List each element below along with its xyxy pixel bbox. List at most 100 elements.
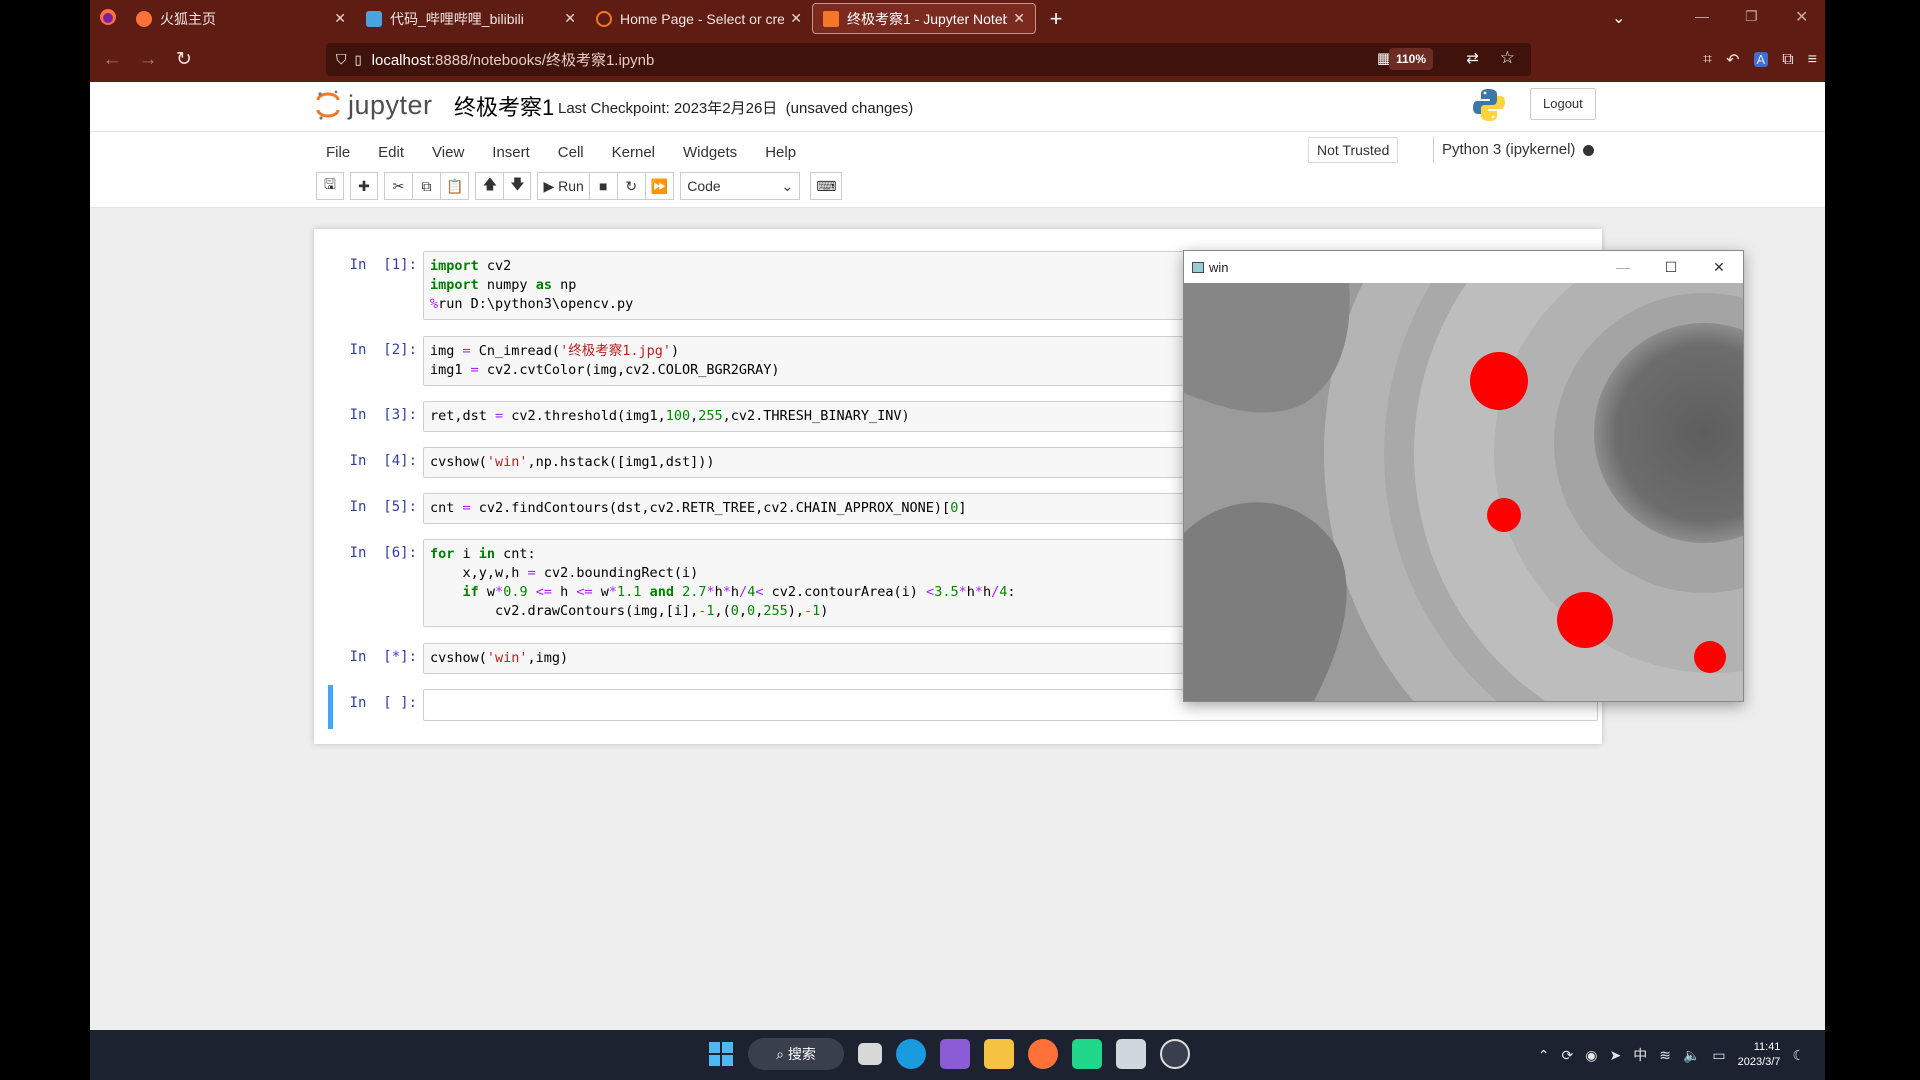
jupyter-icon xyxy=(596,10,612,27)
jupyter-logo-icon xyxy=(316,90,340,120)
location-icon[interactable]: ➤ xyxy=(1609,1047,1621,1064)
zoom-level[interactable]: 110% xyxy=(1388,48,1433,70)
cut-icon[interactable]: ✂ xyxy=(384,172,412,200)
menu-widgets[interactable]: Widgets xyxy=(669,138,751,167)
translate-ext-icon[interactable]: A xyxy=(1753,52,1769,67)
pycharm-icon[interactable] xyxy=(1072,1039,1102,1069)
tab-jupyter-home[interactable]: Home Page - Select or create ✕ xyxy=(586,3,812,34)
close-tab-icon[interactable]: ✕ xyxy=(334,10,346,27)
interrupt-icon[interactable]: ■ xyxy=(588,172,617,200)
tab-notebook-active[interactable]: 终极考察1 - Jupyter Notebook ✕ xyxy=(812,3,1036,34)
cell-prompt: In [3]: xyxy=(349,407,417,423)
paste-icon[interactable]: 📋 xyxy=(440,172,470,200)
cell-type-select[interactable]: Code ⌄ xyxy=(680,172,801,200)
reload-icon[interactable]: ↻ xyxy=(166,48,202,71)
notebook-name[interactable]: 终极考察1 xyxy=(454,90,554,122)
move-up-icon[interactable]: 🡅 xyxy=(475,172,504,200)
cell-prompt: In [5]: xyxy=(349,499,417,515)
cell-prompt: In [4]: xyxy=(349,453,417,469)
close-tab-icon[interactable]: ✕ xyxy=(1013,10,1025,27)
new-tab-button[interactable]: + xyxy=(1036,6,1076,32)
close-tab-icon[interactable]: ✕ xyxy=(790,10,802,27)
menu-help[interactable]: Help xyxy=(751,138,810,167)
opencv-app-icon[interactable] xyxy=(1116,1039,1146,1069)
url-path: :8888/notebooks/终极考察1.ipynb xyxy=(430,52,655,69)
translate-icon[interactable]: ⇄ xyxy=(1466,49,1479,67)
close-window-icon[interactable]: ✕ xyxy=(1795,7,1808,27)
jupyter-menubar: File Edit View Insert Cell Kernel Widget… xyxy=(90,132,1825,208)
insert-cell-icon[interactable]: ✚ xyxy=(350,172,378,200)
command-palette-icon[interactable]: ⌨ xyxy=(810,172,843,200)
back-icon[interactable]: ← xyxy=(94,49,130,71)
forward-icon[interactable]: → xyxy=(130,49,166,71)
bilibili-icon xyxy=(366,10,382,27)
desktop-screen: 火狐主页 ✕ 代码_哔哩哔哩_bilibili ✕ Home Page - Se… xyxy=(0,0,1920,1080)
menu-edit[interactable]: Edit xyxy=(364,138,418,167)
chevron-up-icon[interactable]: ⌃ xyxy=(1538,1047,1550,1064)
window-app-icon xyxy=(1192,261,1204,273)
firefox-icon xyxy=(136,10,152,27)
menu-insert[interactable]: Insert xyxy=(478,138,544,167)
not-trusted-button[interactable]: Not Trusted xyxy=(1308,137,1399,163)
run-button[interactable]: ▶ Run xyxy=(537,172,589,200)
kernel-name[interactable]: Python 3 (ipykernel) xyxy=(1442,141,1575,158)
obs-icon[interactable] xyxy=(1160,1039,1190,1069)
task-view-icon[interactable] xyxy=(858,1043,882,1065)
close-icon[interactable]: ✕ xyxy=(1695,251,1743,283)
menu-kernel[interactable]: Kernel xyxy=(598,138,669,167)
search-label: 搜索 xyxy=(787,1046,816,1062)
tab-firefox-home[interactable]: 火狐主页 ✕ xyxy=(126,3,356,34)
list-tabs-icon[interactable]: ⌄ xyxy=(1612,8,1625,28)
clock[interactable]: 11:41 2023/3/7 xyxy=(1738,1040,1781,1070)
logout-button[interactable]: Logout xyxy=(1530,88,1596,120)
ime-indicator[interactable]: 中 xyxy=(1633,1045,1647,1065)
taskbar-center: ⌕ 搜索 xyxy=(708,1038,1190,1070)
extensions-icon[interactable]: ⧉ xyxy=(1782,51,1793,69)
screenshot-icon[interactable]: ⌗ xyxy=(1703,51,1712,69)
restart-run-all-icon[interactable]: ⏩ xyxy=(644,172,675,200)
restore-icon[interactable]: ❐ xyxy=(1745,8,1758,25)
restart-icon[interactable]: ↻ xyxy=(616,172,645,200)
sync-icon[interactable]: ⟳ xyxy=(1562,1047,1574,1064)
wifi-icon[interactable]: ≋ xyxy=(1659,1047,1671,1064)
url-text[interactable]: localhost:8888/notebooks/终极考察1.ipynb xyxy=(372,49,655,70)
taskbar-search[interactable]: ⌕ 搜索 xyxy=(748,1038,844,1070)
copy-icon[interactable]: ⧉ xyxy=(412,172,440,200)
menu-cell[interactable]: Cell xyxy=(544,138,598,167)
notifications-icon[interactable]: ☾ xyxy=(1792,1047,1805,1064)
close-tab-icon[interactable]: ✕ xyxy=(564,10,576,27)
app-menu-icon[interactable]: ≡ xyxy=(1808,51,1817,69)
volume-icon[interactable]: 🔈 xyxy=(1683,1047,1700,1064)
red-dot xyxy=(1470,352,1528,410)
tab-bilibili[interactable]: 代码_哔哩哔哩_bilibili ✕ xyxy=(356,3,586,34)
maximize-icon[interactable]: ☐ xyxy=(1647,251,1695,283)
firefox-menu-icon[interactable] xyxy=(90,8,126,29)
battery-icon[interactable]: ▭ xyxy=(1712,1047,1725,1064)
menu-view[interactable]: View xyxy=(418,138,478,167)
checkpoint-status: Last Checkpoint: 2023年2月26日 (unsaved cha… xyxy=(558,97,913,118)
chevron-down-icon: ⌄ xyxy=(781,177,794,194)
kernel-indicator: Python 3 (ipykernel) xyxy=(1433,137,1595,163)
red-dot xyxy=(1557,592,1613,648)
minimize-icon[interactable]: — xyxy=(1695,8,1709,24)
undo-icon[interactable]: ↶ xyxy=(1726,50,1739,70)
firefox-icon[interactable] xyxy=(1028,1039,1058,1069)
visual-studio-icon[interactable] xyxy=(940,1039,970,1069)
file-explorer-icon[interactable] xyxy=(984,1039,1014,1069)
shield-icon[interactable]: ⛉ xyxy=(336,51,347,68)
edge-icon[interactable] xyxy=(896,1039,926,1069)
opencv-titlebar[interactable]: win — ☐ ✕ xyxy=(1184,251,1743,283)
network-status-icon[interactable]: ◉ xyxy=(1585,1047,1597,1064)
opencv-window[interactable]: win — ☐ ✕ xyxy=(1183,250,1744,702)
bookmark-star-icon[interactable]: ☆ xyxy=(1500,48,1515,68)
toolbar-extensions: ⌗ ↶ A ⧉ ≡ xyxy=(1703,37,1817,82)
windows-taskbar: ⌕ 搜索 ⌃ ⟳ ◉ ➤ 中 ≋ 🔈 ▭ 11:41 2023/3/7 ☾ xyxy=(90,1030,1825,1080)
cell-prompt: In [ ]: xyxy=(349,695,417,711)
save-icon[interactable]: 🖫 xyxy=(316,172,344,200)
minimize-icon[interactable]: — xyxy=(1599,251,1647,283)
jupyter-logo[interactable]: jupyter xyxy=(316,88,433,122)
windows-start-icon[interactable] xyxy=(708,1041,734,1067)
move-down-icon[interactable]: 🡇 xyxy=(503,172,532,200)
url-bar[interactable]: ⛉ ▯ localhost:8888/notebooks/终极考察1.ipynb… xyxy=(326,43,1531,76)
menu-file[interactable]: File xyxy=(312,138,364,167)
